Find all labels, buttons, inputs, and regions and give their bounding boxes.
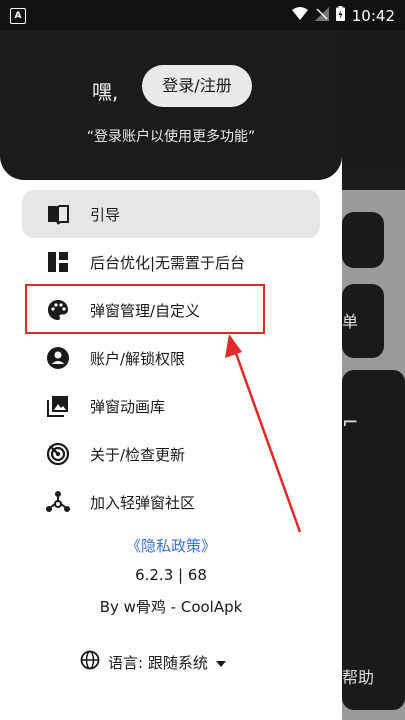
background-card-text: 帮助 — [342, 668, 375, 687]
background-card[interactable]: ⌐ — [342, 370, 405, 670]
drawer-header: 嘿, 登录/注册 “登录账户以使用更多功能” — [0, 30, 342, 180]
menu-item-label: 弹窗动画库 — [90, 397, 166, 416]
login-register-button[interactable]: 登录/注册 — [142, 65, 252, 107]
dashboard-icon — [44, 248, 72, 276]
battery-charging-icon — [335, 6, 345, 25]
globe-icon — [80, 650, 100, 674]
menu-item-community[interactable]: 加入轻弹窗社区 — [22, 478, 320, 526]
menu-item-guide[interactable]: 引导 — [22, 190, 320, 238]
author-byline: By w骨鸡 - CoolApk — [99, 598, 243, 616]
menu-item-about[interactable]: 关于/检查更新 — [22, 430, 320, 478]
menu-item-label: 关于/检查更新 — [90, 445, 186, 464]
background-card[interactable] — [342, 212, 384, 268]
menu-item-background-optimization[interactable]: 后台优化|无需置于后台 — [22, 238, 320, 286]
language-label: 语言: 跟随系统 — [108, 653, 208, 672]
privacy-policy-link[interactable]: 《隐私政策》 — [0, 535, 342, 556]
status-bar: A 10:42 — [0, 0, 405, 30]
no-signal-icon — [314, 6, 329, 25]
menu-item-label: 后台优化|无需置于后台 — [90, 253, 246, 272]
background-card-icon: ⌐ — [342, 410, 359, 434]
navigation-drawer: 嘿, 登录/注册 “登录账户以使用更多功能” 引导 后台优化|无需置于后台 弹窗… — [0, 30, 342, 720]
background-card[interactable]: 帮助 — [342, 640, 405, 710]
background-card[interactable]: 单 — [342, 284, 384, 358]
menu-item-label: 加入轻弹窗社区 — [90, 493, 196, 512]
status-time: 10:42 — [351, 6, 395, 25]
language-selector[interactable]: 语言: 跟随系统 — [80, 650, 226, 674]
app-notification-icon: A — [10, 8, 26, 24]
greeting-text: 嘿, — [92, 80, 119, 104]
community-icon — [44, 488, 72, 516]
version-text: 6.2.3 | 68 — [135, 566, 207, 584]
book-icon — [44, 200, 72, 228]
background-header — [340, 30, 405, 170]
drawer-menu: 引导 后台优化|无需置于后台 弹窗管理/自定义 账户/解锁权限 弹窗动画库 关于… — [0, 190, 342, 526]
radar-icon — [44, 440, 72, 468]
photo-library-icon — [44, 392, 72, 420]
account-icon — [44, 344, 72, 372]
wifi-icon — [291, 6, 308, 25]
menu-item-label: 账户/解锁权限 — [90, 349, 186, 368]
dropdown-arrow-icon — [215, 653, 226, 671]
menu-item-animation-library[interactable]: 弹窗动画库 — [22, 382, 320, 430]
login-hint-text: “登录账户以使用更多功能” — [86, 129, 256, 145]
menu-item-account[interactable]: 账户/解锁权限 — [22, 334, 320, 382]
highlight-box — [25, 284, 265, 334]
menu-item-label: 引导 — [90, 205, 121, 224]
background-card-text: 单 — [342, 312, 359, 331]
